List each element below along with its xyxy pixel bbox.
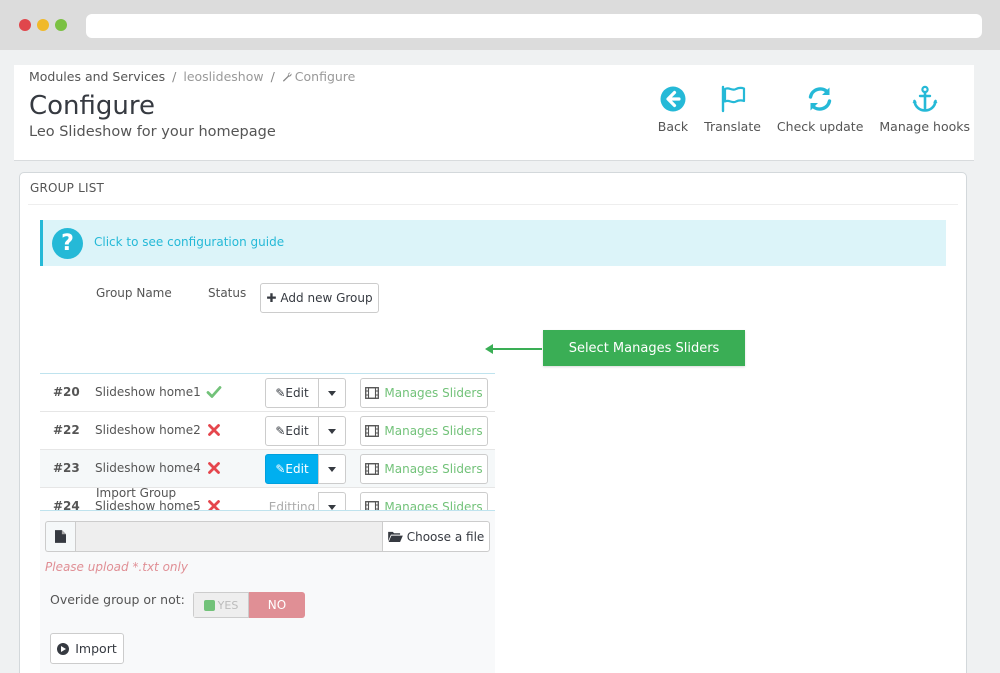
- import-button[interactable]: Import: [50, 633, 124, 664]
- wrench-icon: [282, 72, 292, 82]
- edit-button[interactable]: ✎ Edit: [265, 378, 319, 408]
- caret-down-icon: [328, 428, 336, 434]
- column-header-status: Status: [208, 286, 247, 300]
- check-update-button[interactable]: Check update: [777, 85, 863, 134]
- window-close-dot[interactable]: [19, 19, 31, 31]
- table-row: #20 Slideshow home1 ✎ Edit Manages Slider…: [40, 374, 495, 412]
- window-minimize-dot[interactable]: [37, 19, 49, 31]
- pencil-icon: ✎: [275, 462, 286, 476]
- override-label: Overide group or not:: [50, 592, 185, 607]
- group-id: #22: [53, 423, 80, 437]
- back-button[interactable]: Back: [658, 85, 688, 134]
- manages-sliders-button[interactable]: Manages Sliders: [360, 378, 488, 408]
- group-id: #20: [53, 385, 80, 399]
- column-header-group-name: Group Name: [96, 286, 172, 300]
- override-yes-label: YES: [217, 598, 239, 612]
- edit-button[interactable]: ✎ Edit: [265, 416, 319, 446]
- pencil-icon: ✎: [275, 386, 286, 400]
- callout-arrow: [485, 344, 542, 354]
- group-name: Slideshow home4: [95, 461, 201, 475]
- circle-arrow-right-icon: [57, 642, 70, 655]
- group-list-panel: GROUP LIST ? Click to see configuration …: [19, 172, 967, 673]
- manages-sliders-label: Manages Sliders: [384, 386, 483, 400]
- edit-dropdown-toggle[interactable]: [318, 416, 346, 446]
- caret-down-icon: [328, 390, 336, 396]
- breadcrumb: Modules and Services / leoslideshow / Config…: [29, 69, 355, 84]
- check-square-icon: [203, 599, 215, 611]
- configuration-guide-alert: ? Click to see configuration guide: [40, 220, 946, 266]
- import-group-label: Import Group: [96, 486, 177, 500]
- manages-sliders-label: Manages Sliders: [384, 424, 483, 438]
- override-yes-option[interactable]: YES: [193, 592, 249, 618]
- address-bar[interactable]: [86, 14, 982, 38]
- add-new-group-label: Add new Group: [280, 291, 373, 305]
- film-icon: [365, 387, 380, 399]
- plus-icon: ✚: [266, 291, 277, 305]
- file-icon-addon: [45, 521, 75, 552]
- admin-page: Modules and Services / leoslideshow / Config…: [0, 50, 1000, 673]
- override-no-label: NO: [267, 598, 287, 612]
- anchor-icon: [912, 85, 938, 112]
- x-icon[interactable]: [206, 422, 222, 438]
- window-maximize-dot[interactable]: [55, 19, 67, 31]
- group-id: #23: [53, 461, 80, 475]
- breadcrumb-configure: Configure: [294, 69, 356, 84]
- group-name: Slideshow home2: [95, 423, 201, 437]
- check-update-label: Check update: [776, 119, 864, 134]
- choose-file-button[interactable]: Choose a file: [382, 521, 490, 552]
- edit-label: Edit: [285, 386, 309, 400]
- manages-sliders-button[interactable]: Manages Sliders: [360, 454, 488, 484]
- callout-text: Select Manages Sliders: [568, 340, 720, 356]
- choose-file-label: Choose a file: [406, 529, 485, 544]
- film-icon: [365, 463, 380, 475]
- translate-label: Translate: [704, 119, 761, 134]
- browser-chrome: [0, 0, 1000, 50]
- import-label: Import: [75, 641, 117, 656]
- flag-icon: [721, 85, 745, 113]
- annotation-callout: Select Manages Sliders: [543, 330, 745, 366]
- edit-label: Edit: [285, 462, 309, 476]
- caret-down-icon: [328, 466, 336, 472]
- film-icon: [365, 425, 380, 437]
- override-toggle[interactable]: YES NO: [193, 592, 305, 618]
- breadcrumb-module[interactable]: leoslideshow: [183, 69, 263, 84]
- manage-hooks-button[interactable]: Manage hooks: [879, 85, 970, 134]
- check-icon[interactable]: [206, 384, 222, 400]
- override-no-option[interactable]: NO: [249, 592, 305, 618]
- arrow-circle-left-icon: [660, 86, 686, 112]
- file-icon: [55, 530, 66, 543]
- import-group-form: Choose a file Please upload *.txt only O…: [40, 510, 495, 673]
- x-icon[interactable]: [206, 460, 222, 476]
- edit-dropdown-toggle[interactable]: [318, 378, 346, 408]
- panel-heading: GROUP LIST: [30, 181, 105, 195]
- panel-heading-divider: [28, 204, 958, 205]
- table-row: #23 Slideshow home4 ✎ Edit Manages Slider…: [40, 450, 495, 488]
- add-new-group-button[interactable]: ✚ Add new Group: [260, 283, 379, 313]
- folder-open-icon: [387, 531, 403, 542]
- pencil-icon: ✎: [275, 424, 286, 438]
- page-subtitle: Leo Slideshow for your homepage: [29, 124, 276, 140]
- edit-label: Edit: [285, 424, 309, 438]
- group-name: Slideshow home1: [95, 385, 201, 399]
- back-label: Back: [657, 119, 689, 134]
- page-toolbar: Back Translate Check update Manage hooks: [642, 85, 970, 134]
- caret-down-icon: [328, 504, 336, 510]
- file-path-input[interactable]: [75, 521, 383, 552]
- upload-hint: Please upload *.txt only: [45, 560, 188, 574]
- configuration-guide-link[interactable]: Click to see configuration guide: [94, 235, 284, 249]
- manages-sliders-button[interactable]: Manages Sliders: [360, 416, 488, 446]
- manage-hooks-label: Manage hooks: [879, 119, 970, 134]
- page-header: Modules and Services / leoslideshow / Config…: [14, 65, 974, 161]
- table-row: #22 Slideshow home2 ✎ Edit Manages Slider…: [40, 412, 495, 450]
- page-title: Configure: [29, 91, 156, 121]
- breadcrumb-separator: /: [270, 69, 275, 84]
- refresh-icon: [808, 87, 832, 111]
- translate-button[interactable]: Translate: [704, 85, 761, 134]
- manages-sliders-label: Manages Sliders: [384, 462, 483, 476]
- edit-dropdown-toggle[interactable]: [318, 454, 346, 484]
- breadcrumb-modules[interactable]: Modules and Services: [29, 69, 165, 84]
- edit-button[interactable]: ✎ Edit: [265, 454, 319, 484]
- breadcrumb-separator: /: [172, 69, 177, 84]
- question-circle-icon: ?: [52, 228, 83, 259]
